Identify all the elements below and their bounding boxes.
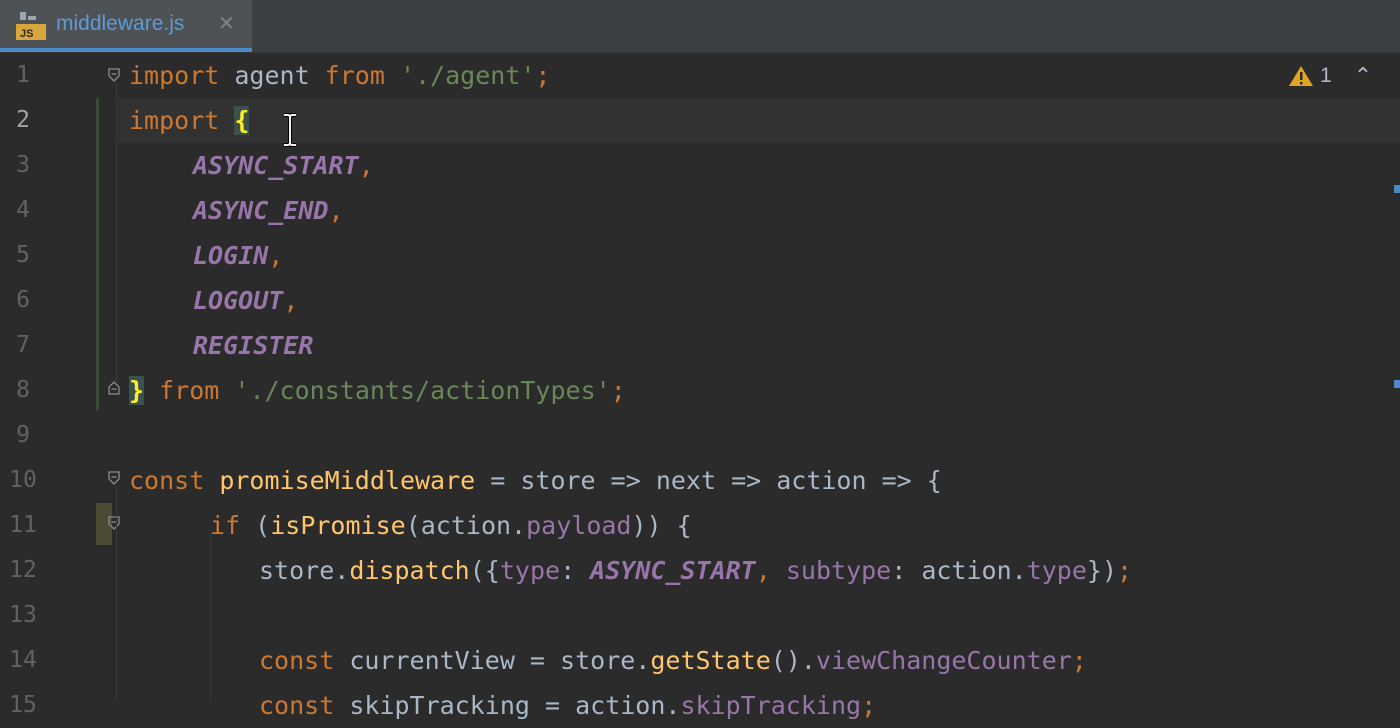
line-number: 1 <box>16 62 30 88</box>
line-number: 6 <box>16 287 30 313</box>
scrollbar-marker[interactable] <box>1394 380 1400 388</box>
svg-text:JS: JS <box>20 28 33 40</box>
code-line-10: const promiseMiddleware = store => next … <box>129 466 942 495</box>
tab-middleware-js[interactable]: JS middleware.js ✕ <box>0 0 252 52</box>
code-lines: import agent from './agent'; import { AS… <box>118 53 1400 728</box>
line-number: 13 <box>9 602 37 628</box>
code-line-15: const skipTracking = action.skipTracking… <box>259 691 877 720</box>
code-line-4: ASYNC_END, <box>193 196 344 225</box>
fold-guide-line <box>116 486 117 700</box>
code-line-14: const currentView = store.getState().vie… <box>259 646 1087 675</box>
previous-highlight-chevron-up-icon[interactable]: ⌃ <box>1354 64 1372 89</box>
editor-tab-bar: JS middleware.js ✕ <box>0 0 1400 53</box>
fold-collapse-icon[interactable] <box>106 470 122 486</box>
line-number: 5 <box>16 242 30 268</box>
code-line-7: REGISTER <box>193 331 314 360</box>
code-line-5: LOGIN, <box>193 241 284 270</box>
line-number: 4 <box>16 197 30 223</box>
fold-collapse-icon[interactable] <box>106 515 122 531</box>
code-editor[interactable]: 1 2 3 4 5 6 7 8 9 10 11 12 13 14 15 impo… <box>0 53 1400 720</box>
line-number: 14 <box>9 647 37 673</box>
line-number: 8 <box>16 377 30 403</box>
line-number: 10 <box>9 467 37 493</box>
line-number: 3 <box>16 152 30 178</box>
code-line-1: import agent from './agent'; <box>129 61 551 90</box>
line-numbers: 1 2 3 4 5 6 7 8 9 10 11 12 13 14 15 <box>0 53 50 728</box>
close-tab-icon[interactable]: ✕ <box>218 11 235 35</box>
code-line-11: if (isPromise(action.payload)) { <box>210 511 692 540</box>
fold-guide-line <box>116 83 117 383</box>
fold-expand-end-icon[interactable] <box>106 380 122 396</box>
code-line-12: store.dispatch({type: ASYNC_START, subty… <box>259 556 1133 585</box>
editor-gutter: 1 2 3 4 5 6 7 8 9 10 11 12 13 14 15 <box>0 53 120 718</box>
line-number: 15 <box>9 692 37 718</box>
line-number: 9 <box>16 422 30 448</box>
text-cursor-ibeam-icon <box>284 113 296 147</box>
inspection-widget[interactable]: 1 ⌃ <box>1282 53 1400 99</box>
warning-icon[interactable] <box>1288 64 1314 88</box>
javascript-file-icon: JS <box>16 12 46 40</box>
code-line-6: LOGOUT, <box>193 286 299 315</box>
code-line-3: ASYNC_START, <box>193 151 374 180</box>
line-number: 12 <box>9 557 37 583</box>
code-line-8: } from './constants/actionTypes'; <box>129 376 626 405</box>
line-number-current: 2 <box>16 107 30 133</box>
vcs-change-marker[interactable] <box>96 98 99 410</box>
tab-title: middleware.js <box>56 12 185 35</box>
warning-count: 1 <box>1320 64 1332 87</box>
line-number: 11 <box>9 512 37 538</box>
scrollbar-marker[interactable] <box>1394 185 1400 193</box>
code-line-2-current: import { <box>118 98 1400 143</box>
fold-collapse-icon[interactable] <box>106 67 122 83</box>
line-number: 7 <box>16 332 30 358</box>
